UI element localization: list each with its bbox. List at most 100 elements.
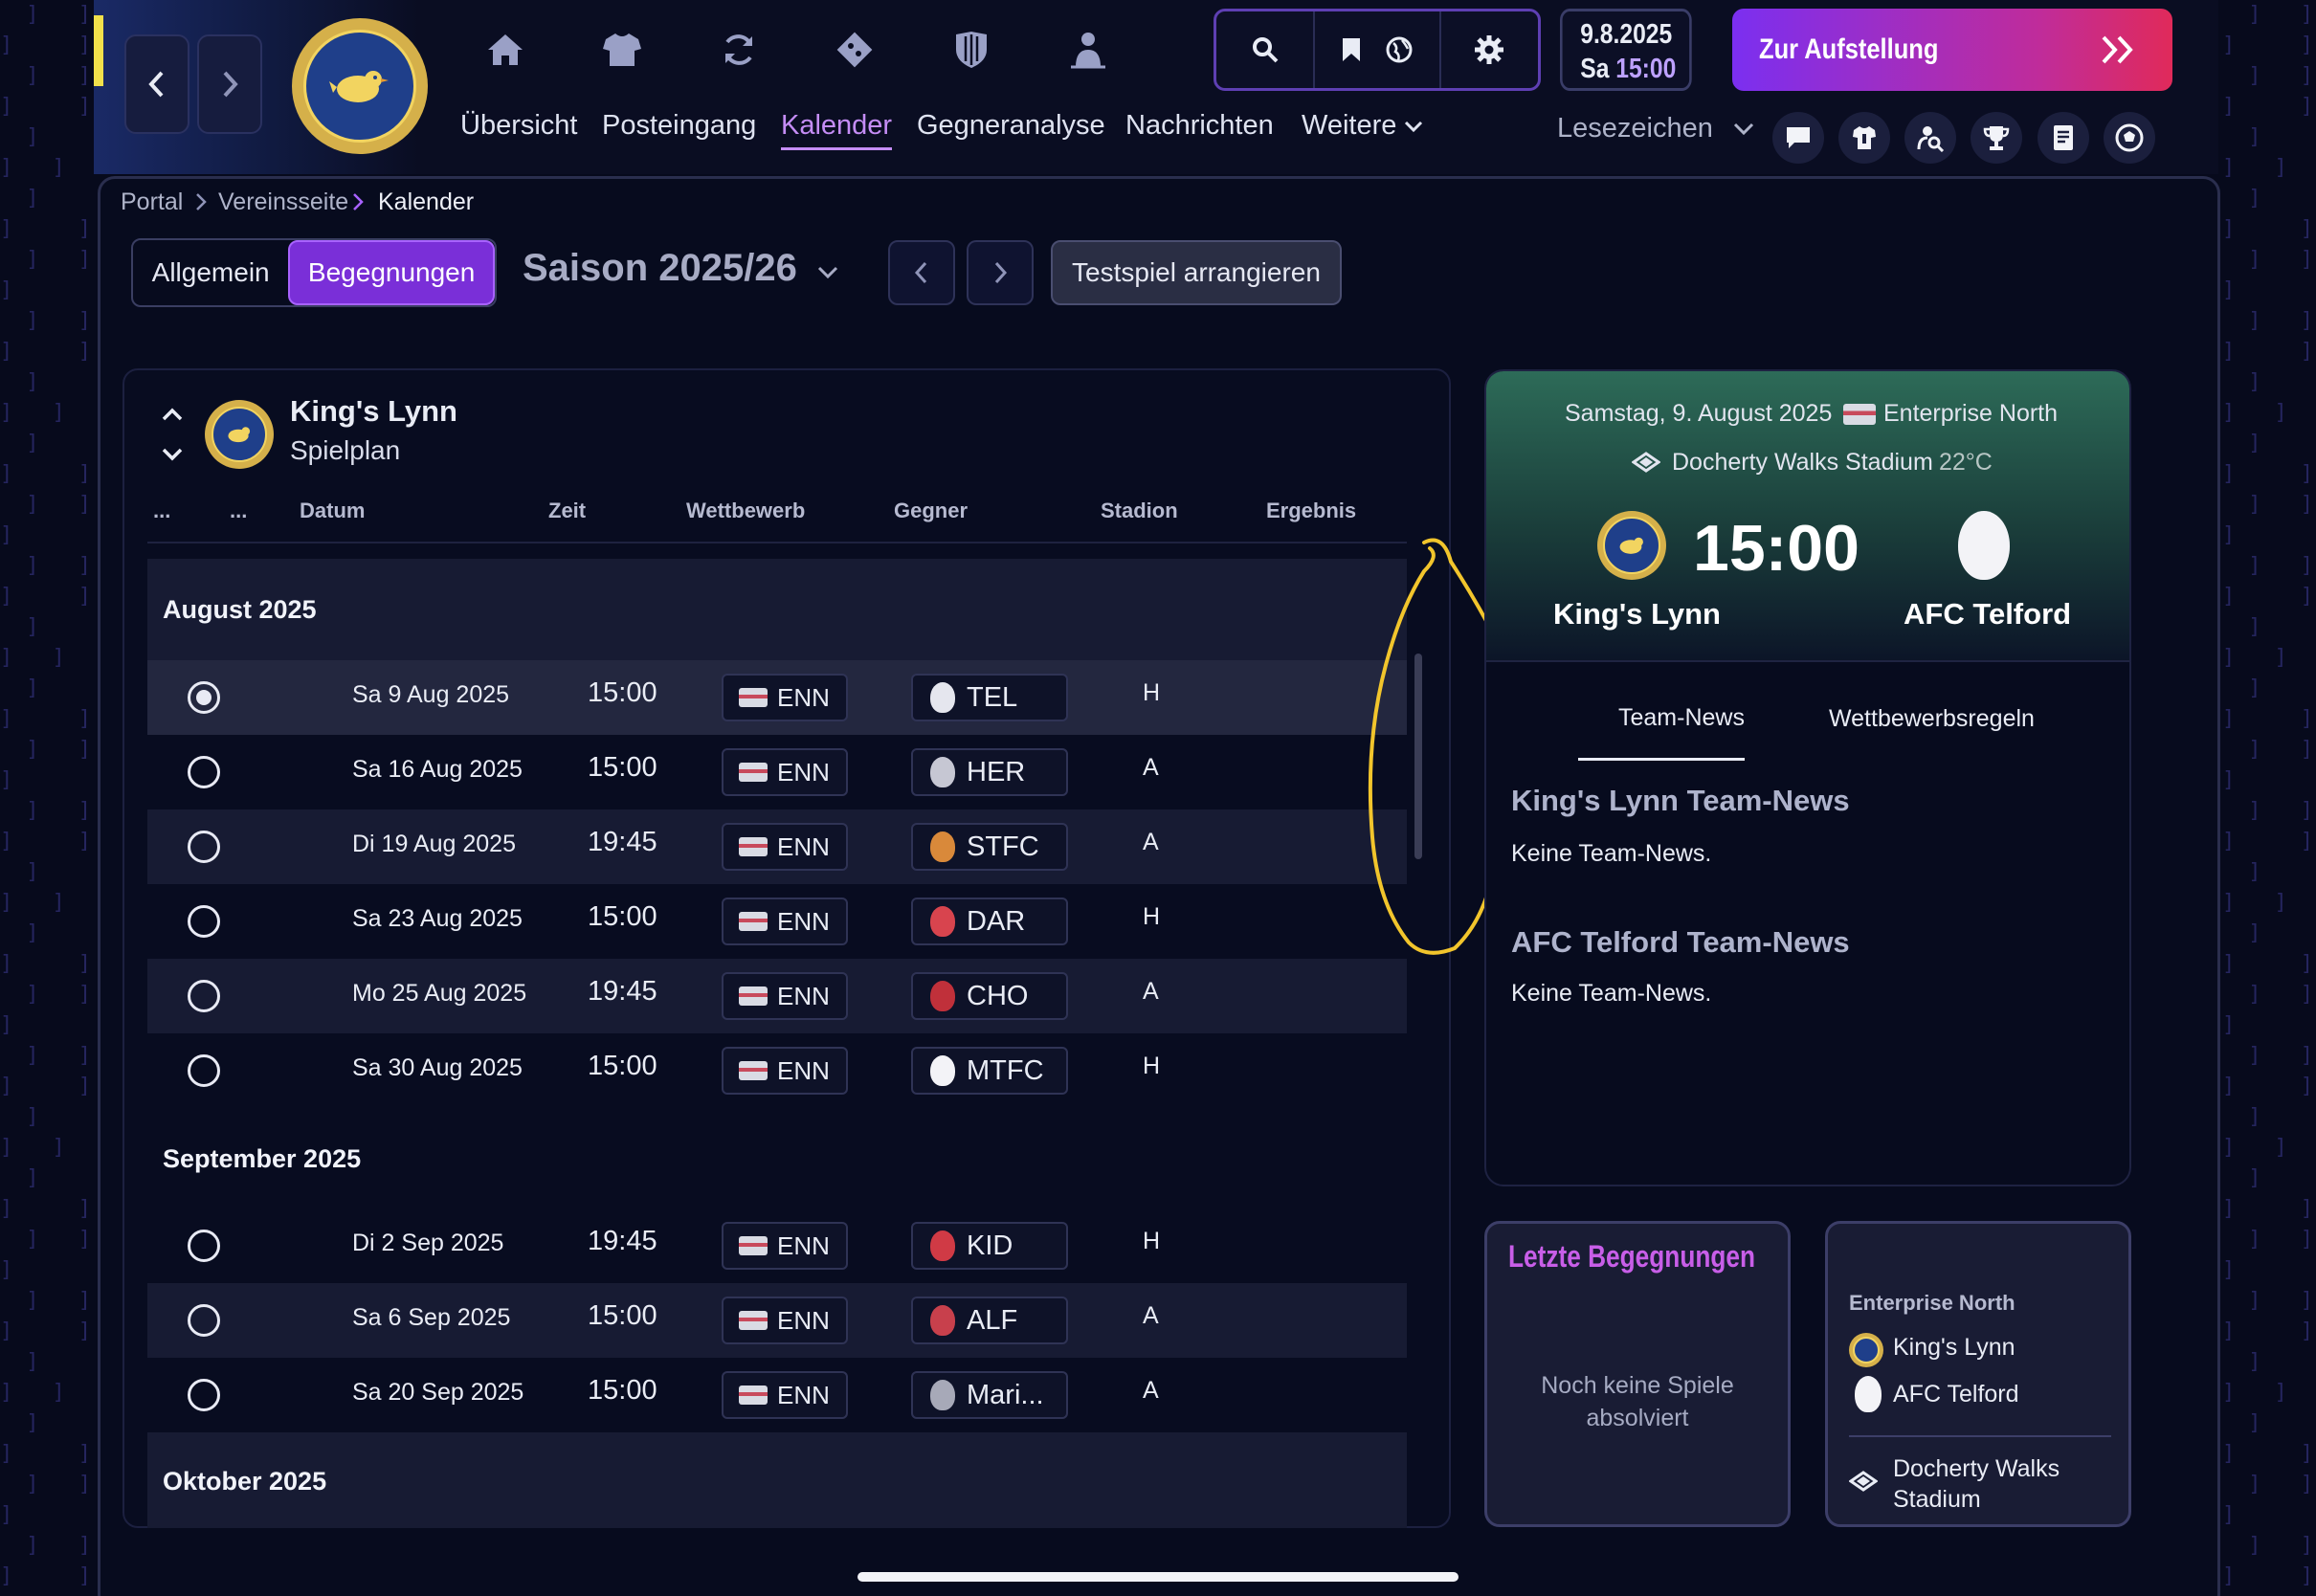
breadcrumb-club-page[interactable]: Vereinsseite: [218, 188, 348, 216]
row-select-radio[interactable]: [188, 1379, 220, 1411]
breadcrumb-portal[interactable]: Portal: [121, 188, 183, 216]
table-row[interactable]: Di 2 Sep 2025 19:45 ENN KID H: [147, 1208, 1407, 1283]
row-select-radio[interactable]: [188, 831, 220, 863]
trophy-button[interactable]: [1971, 112, 2022, 164]
competition-chip[interactable]: ENN: [722, 748, 848, 796]
competition-code: ENN: [777, 1230, 830, 1260]
fixture-away-team[interactable]: AFC Telford: [1893, 1381, 2019, 1408]
row-select-radio[interactable]: [188, 756, 220, 788]
opponent-chip[interactable]: KID: [911, 1222, 1068, 1270]
scout-button[interactable]: [1904, 112, 1956, 164]
table-row[interactable]: Sa 30 Aug 2025 15:00 ENN MTFC H: [147, 1033, 1407, 1108]
competition-chip[interactable]: ENN: [722, 972, 848, 1020]
home-team-crest[interactable]: [1597, 511, 1666, 580]
opponent-chip[interactable]: HER: [911, 748, 1068, 796]
fixture-home-team[interactable]: King's Lynn: [1893, 1334, 2015, 1362]
competition-chip[interactable]: ENN: [722, 1047, 848, 1095]
bookmarks-dropdown[interactable]: Lesezeichen: [1557, 113, 1755, 144]
nav-opponent-analysis[interactable]: Gegneranalyse: [917, 110, 1105, 142]
nav-messages[interactable]: Nachrichten: [1125, 110, 1274, 142]
nav-inbox[interactable]: Posteingang: [602, 110, 756, 142]
competition-chip[interactable]: ENN: [722, 823, 848, 871]
next-season-button[interactable]: [967, 240, 1034, 305]
table-row[interactable]: Sa 9 Aug 2025 15:00 ENN TEL H: [147, 660, 1407, 735]
table-row[interactable]: Sa 16 Aug 2025 15:00 ENN HER A: [147, 735, 1407, 809]
table-row[interactable]: Sa 20 Sep 2025 15:00 ENN Mari... A: [147, 1358, 1407, 1432]
shirt-icon[interactable]: [601, 29, 643, 71]
column-header-competition[interactable]: Wettbewerb: [686, 499, 805, 523]
bookmarks-button[interactable]: [1315, 11, 1441, 88]
tab-competition-rules[interactable]: Wettbewerbsregeln: [1829, 705, 2035, 733]
tactics-icon[interactable]: [834, 29, 876, 71]
competition-chip[interactable]: ENN: [722, 674, 848, 721]
chevron-down-icon: [1733, 122, 1753, 136]
row-select-radio[interactable]: [188, 980, 220, 1012]
opponent-chip[interactable]: CHO: [911, 972, 1068, 1020]
table-row[interactable]: Mo 25 Aug 2025 19:45 ENN CHO A: [147, 959, 1407, 1033]
go-to-lineup-button[interactable]: Zur Aufstellung: [1732, 9, 2172, 91]
column-header-time[interactable]: Zeit: [548, 499, 586, 523]
nav-more[interactable]: Weitere: [1302, 110, 1423, 142]
column-header-opponent[interactable]: Gegner: [894, 499, 968, 523]
row-select-radio[interactable]: [188, 681, 220, 714]
away-team-name[interactable]: AFC Telford: [1904, 597, 2071, 632]
kit-button[interactable]: [1838, 112, 1890, 164]
opponent-chip[interactable]: TEL: [911, 674, 1068, 721]
competition-code: ENN: [777, 906, 830, 936]
shield-icon[interactable]: [950, 29, 992, 71]
last-meetings-empty: Noch keine Spiele absolviert: [1541, 1372, 1734, 1431]
column-header-sort-1[interactable]: ...: [153, 499, 170, 523]
row-select-radio[interactable]: [188, 1304, 220, 1337]
chevron-down-icon[interactable]: [161, 446, 184, 463]
home-icon[interactable]: [484, 29, 526, 71]
opponent-chip[interactable]: ALF: [911, 1297, 1068, 1344]
row-select-radio[interactable]: [188, 1054, 220, 1087]
previous-season-button[interactable]: [888, 240, 955, 305]
person-icon[interactable]: [1067, 29, 1109, 71]
ball-button[interactable]: [2104, 112, 2155, 164]
tab-general[interactable]: Allgemein: [133, 240, 288, 305]
competition-chip[interactable]: ENN: [722, 1297, 848, 1344]
search-button[interactable]: [1216, 11, 1316, 88]
opponent-badge-icon: [930, 906, 955, 937]
competition-chip[interactable]: ENN: [722, 898, 848, 945]
column-header-stadium[interactable]: Stadion: [1101, 499, 1178, 523]
column-header-sort-2[interactable]: ...: [230, 499, 247, 523]
tab-team-news[interactable]: Team-News: [1618, 704, 1745, 732]
match-date: Di 19 Aug 2025: [352, 831, 516, 857]
chat-button[interactable]: [1772, 112, 1824, 164]
club-crest[interactable]: [292, 18, 428, 154]
competition-chip[interactable]: ENN: [722, 1371, 848, 1419]
back-button[interactable]: [124, 34, 189, 134]
settings-button[interactable]: [1441, 11, 1538, 88]
schedule-team-name: King's Lynn: [290, 394, 457, 428]
opponent-chip[interactable]: STFC: [911, 823, 1068, 871]
opponent-chip[interactable]: Mari...: [911, 1371, 1068, 1419]
opponent-chip[interactable]: DAR: [911, 898, 1068, 945]
competition-chip[interactable]: ENN: [722, 1222, 848, 1270]
refresh-icon[interactable]: [718, 29, 760, 71]
row-select-radio[interactable]: [188, 905, 220, 938]
game-date-box[interactable]: 9.8.2025 Sa 15:00: [1560, 9, 1692, 91]
home-team-name[interactable]: King's Lynn: [1553, 597, 1721, 632]
nav-overview[interactable]: Übersicht: [460, 110, 578, 142]
away-team-crest[interactable]: [1958, 511, 2010, 580]
competition-code: ENN: [777, 757, 830, 787]
tab-fixtures[interactable]: Begegnungen: [288, 240, 495, 305]
opponent-chip[interactable]: MTFC: [911, 1047, 1068, 1095]
forward-button[interactable]: [197, 34, 262, 134]
arrange-friendly-button[interactable]: Testspiel arrangieren: [1051, 240, 1342, 305]
competition-code: ENN: [777, 1380, 830, 1409]
row-select-radio[interactable]: [188, 1230, 220, 1262]
match-competition[interactable]: Enterprise North: [1883, 400, 2058, 428]
notes-button[interactable]: [2038, 112, 2089, 164]
season-selector[interactable]: Saison 2025/26: [523, 247, 839, 290]
table-row[interactable]: Di 19 Aug 2025 19:45 ENN STFC A: [147, 809, 1407, 884]
table-row[interactable]: Sa 23 Aug 2025 15:00 ENN DAR H: [147, 884, 1407, 959]
chevron-up-icon[interactable]: [161, 406, 184, 423]
column-header-date[interactable]: Datum: [300, 499, 365, 523]
column-header-result[interactable]: Ergebnis: [1266, 499, 1356, 523]
table-row[interactable]: Sa 6 Sep 2025 15:00 ENN ALF A: [147, 1283, 1407, 1358]
active-tab-underline: [1578, 758, 1745, 761]
nav-calendar[interactable]: Kalender: [781, 110, 892, 142]
